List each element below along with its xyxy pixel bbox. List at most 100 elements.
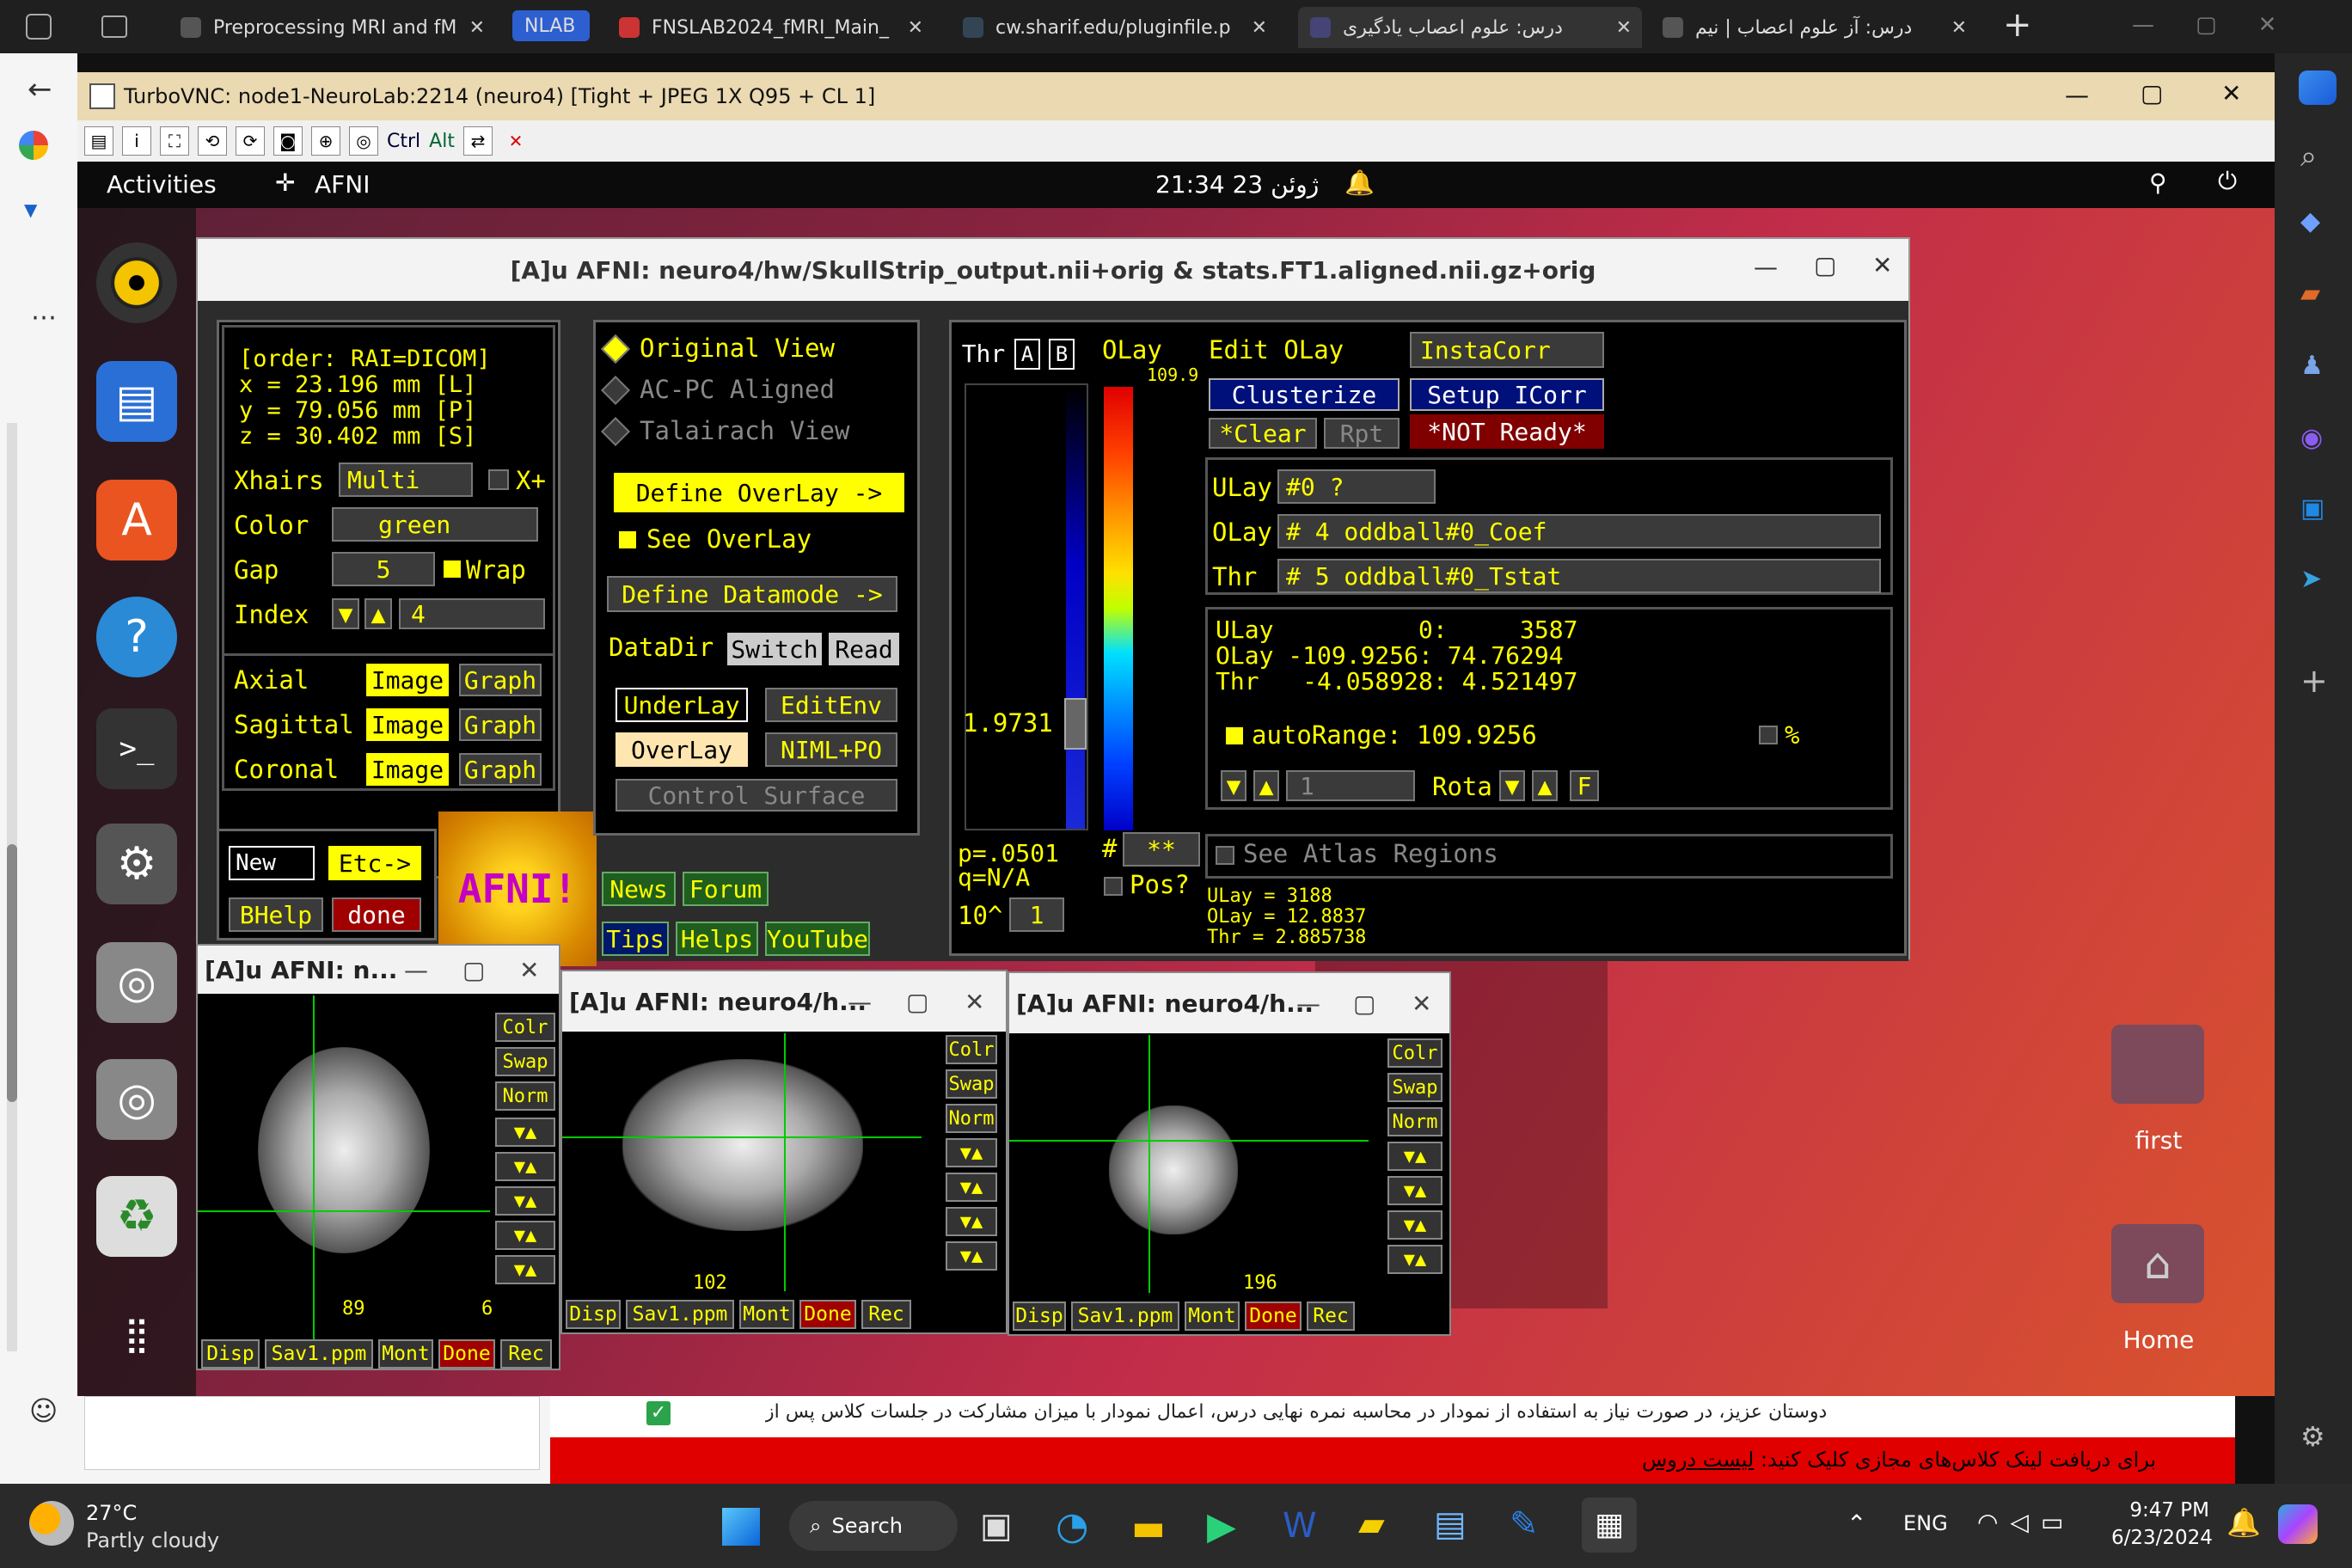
axial-image-button[interactable]: Image bbox=[366, 664, 449, 696]
close-icon[interactable]: ✕ bbox=[1252, 17, 1267, 39]
sagittal-graph-button[interactable]: Graph bbox=[459, 708, 542, 741]
browser-tab[interactable]: FNSLAB2024_fMRI_Main_ ✕ bbox=[607, 7, 934, 48]
thr-b-button[interactable]: B bbox=[1049, 339, 1075, 370]
range-up-button[interactable]: ▲ bbox=[1253, 770, 1279, 801]
outlook-icon[interactable]: ▣ bbox=[2300, 493, 2324, 524]
coronal-graph-button[interactable]: Graph bbox=[459, 753, 542, 786]
norm-button[interactable]: Norm bbox=[946, 1104, 997, 1133]
maximize-icon[interactable]: ▢ bbox=[462, 956, 485, 984]
image-adjust-arrows[interactable]: ▼▲ bbox=[1387, 1210, 1442, 1240]
image-adjust-arrows[interactable]: ▼▲ bbox=[946, 1138, 997, 1167]
maximize-icon[interactable]: ▢ bbox=[2141, 79, 2163, 107]
image-adjust-arrows[interactable]: ▼▲ bbox=[1387, 1142, 1442, 1171]
close-icon[interactable]: ✕ bbox=[2221, 79, 2241, 107]
ulay-select[interactable]: #0 ? bbox=[1277, 469, 1436, 504]
maximize-icon[interactable]: ▢ bbox=[906, 988, 928, 1016]
color-select[interactable]: green bbox=[332, 507, 538, 542]
window-controls[interactable]: —▢✕ bbox=[2132, 12, 2318, 38]
new-button[interactable]: New bbox=[229, 846, 315, 880]
sagittal-image-button[interactable]: Image bbox=[366, 708, 449, 741]
minimize-icon[interactable]: — bbox=[1754, 253, 1778, 281]
edge-icon[interactable]: ◔ bbox=[1056, 1504, 1088, 1548]
xplus-checkbox[interactable] bbox=[488, 469, 509, 490]
banner-link[interactable]: لیست دروس bbox=[1642, 1448, 1754, 1472]
notepad-icon[interactable]: ▤ bbox=[1434, 1504, 1467, 1544]
activities-button[interactable]: Activities bbox=[107, 170, 217, 199]
image-adjust-arrows[interactable]: ▼▲ bbox=[495, 1255, 555, 1284]
people-icon[interactable]: ♟ bbox=[2300, 351, 2324, 381]
range-input[interactable]: 1 bbox=[1286, 770, 1415, 801]
mont-button[interactable]: Mont bbox=[378, 1339, 433, 1369]
close-icon[interactable]: ✕ bbox=[469, 17, 485, 39]
image-adjust-arrows[interactable]: ▼▲ bbox=[946, 1173, 997, 1202]
rec-button[interactable]: Rec bbox=[500, 1339, 552, 1369]
trash-icon[interactable]: ♻ bbox=[96, 1176, 177, 1257]
save-button[interactable]: Sav1.ppm bbox=[626, 1300, 734, 1329]
image-adjust-arrows[interactable]: ▼▲ bbox=[495, 1221, 555, 1250]
wrap-checkbox[interactable] bbox=[444, 560, 461, 578]
search-icon[interactable]: ⌕ bbox=[2300, 139, 2317, 174]
copilot-app-icon[interactable]: ◉ bbox=[2300, 423, 2323, 453]
terminal-icon[interactable]: >_ bbox=[96, 708, 177, 789]
colr-button[interactable]: Colr bbox=[495, 1013, 555, 1042]
mont-button[interactable]: Mont bbox=[1185, 1302, 1240, 1331]
image-adjust-arrows[interactable]: ▼▲ bbox=[495, 1186, 555, 1216]
rota-up-button[interactable]: ▲ bbox=[1532, 770, 1558, 801]
tab-actions-icon[interactable] bbox=[101, 15, 127, 38]
new-tab-icon[interactable]: + bbox=[2003, 5, 2032, 45]
norm-button[interactable]: Norm bbox=[1387, 1107, 1442, 1136]
image-adjust-arrows[interactable]: ▼▲ bbox=[495, 1118, 555, 1147]
alt-button[interactable]: Alt bbox=[429, 131, 455, 152]
copilot-icon[interactable] bbox=[2299, 70, 2337, 105]
save-button[interactable]: Sav1.ppm bbox=[1071, 1302, 1179, 1331]
task-view-icon[interactable]: ▣ bbox=[980, 1506, 1013, 1546]
workspaces-icon[interactable] bbox=[26, 14, 52, 40]
minimize-icon[interactable]: — bbox=[404, 956, 428, 984]
app-menu[interactable]: AFNI bbox=[315, 170, 370, 199]
toolbox-icon[interactable]: ▰ bbox=[2300, 279, 2320, 309]
info-icon[interactable]: i bbox=[122, 126, 151, 156]
browser-tab[interactable]: درس: آز علوم اعصاب | نیم ✕ bbox=[1651, 7, 1977, 48]
rota-down-button[interactable]: ▼ bbox=[1499, 770, 1525, 801]
percent-checkbox[interactable] bbox=[1759, 726, 1778, 744]
sagittal-image-canvas[interactable] bbox=[562, 1033, 922, 1291]
rhythmbox-icon[interactable] bbox=[96, 242, 177, 323]
zoom-icon[interactable]: ⊕ bbox=[311, 126, 340, 156]
weather-icon[interactable] bbox=[29, 1501, 74, 1546]
autorange-checkbox[interactable] bbox=[1226, 727, 1243, 744]
close-icon[interactable]: ✕ bbox=[908, 17, 923, 39]
tag-icon[interactable]: ◆ bbox=[2300, 206, 2320, 236]
flip-button[interactable]: F bbox=[1570, 770, 1599, 801]
minimize-icon[interactable]: — bbox=[1296, 989, 1320, 1018]
thr-select[interactable]: # 5 oddball#0_Tstat bbox=[1277, 559, 1881, 593]
word-icon[interactable]: W bbox=[1283, 1506, 1317, 1546]
settings-icon[interactable]: ⚙ bbox=[96, 824, 177, 904]
overlay-button[interactable]: OverLay bbox=[616, 732, 748, 767]
stars-select[interactable]: ** bbox=[1123, 832, 1200, 867]
threshold-slider-handle[interactable] bbox=[1064, 698, 1087, 750]
helps-button[interactable]: Helps bbox=[676, 922, 758, 956]
switch-button[interactable]: Switch bbox=[727, 633, 822, 665]
done-button[interactable]: Done bbox=[438, 1339, 495, 1369]
chevron-up-icon[interactable]: ⌃ bbox=[1847, 1510, 1866, 1538]
thr-a-button[interactable]: A bbox=[1014, 339, 1040, 370]
swap-button[interactable]: Swap bbox=[495, 1047, 555, 1076]
rec-button[interactable]: Rec bbox=[861, 1300, 911, 1329]
bhelp-button[interactable]: BHelp bbox=[229, 897, 323, 932]
disp-button[interactable]: Disp bbox=[1013, 1302, 1066, 1331]
disp-button[interactable]: Disp bbox=[566, 1300, 621, 1329]
coord-order[interactable]: [order: RAI=DICOM] bbox=[239, 346, 491, 372]
rpt-button[interactable]: Rpt bbox=[1324, 418, 1400, 449]
youtube-button[interactable]: YouTube bbox=[765, 922, 870, 956]
taskbar-time[interactable]: 9:47 PM bbox=[2123, 1499, 2209, 1522]
writer-icon[interactable]: ▤ bbox=[96, 361, 177, 442]
niml-button[interactable]: NIML+PO bbox=[765, 732, 897, 767]
disp-button[interactable]: Disp bbox=[201, 1339, 260, 1369]
transfer-icon[interactable]: ⇄ bbox=[462, 126, 493, 156]
show-apps-icon[interactable]: ⣿ bbox=[96, 1295, 177, 1375]
start-icon[interactable] bbox=[722, 1508, 760, 1546]
notification-bell-icon[interactable]: 🔔 bbox=[2226, 1506, 2261, 1539]
axial-image-canvas[interactable] bbox=[198, 995, 490, 1339]
forum-button[interactable]: Forum bbox=[683, 872, 769, 906]
control-surface-button[interactable]: Control Surface bbox=[616, 779, 897, 812]
